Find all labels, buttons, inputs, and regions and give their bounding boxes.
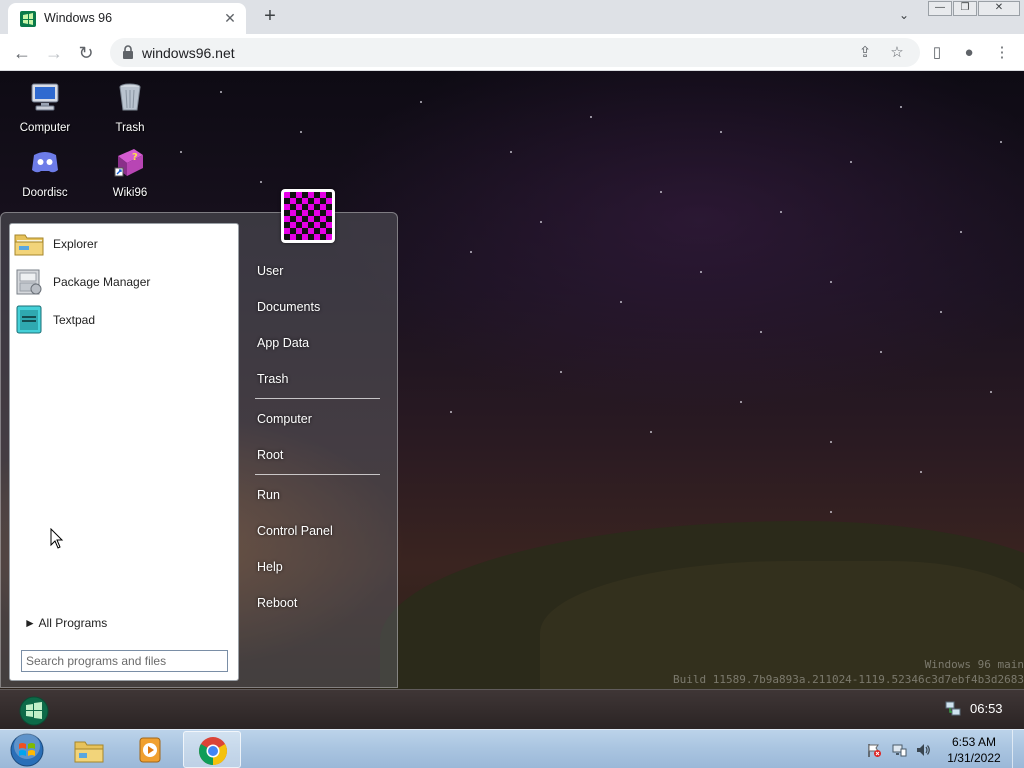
forward-button[interactable]: → xyxy=(40,39,68,67)
mouse-cursor-icon xyxy=(50,528,64,549)
program-label: Explorer xyxy=(53,237,98,251)
desktop-icon-computer[interactable]: Computer xyxy=(5,81,85,141)
host-taskbar: 6:53 AM 1/31/2022 xyxy=(0,729,1024,768)
media-player-icon xyxy=(139,737,161,763)
place-control-panel[interactable]: Control Panel xyxy=(257,524,333,538)
win96-start-button[interactable] xyxy=(16,695,52,727)
start-menu: Explorer Package Manager Textpad ► All P… xyxy=(0,189,398,688)
tab-title: Windows 96 xyxy=(44,11,113,25)
build-info-line1: Windows 96 main xyxy=(924,658,1024,671)
textpad-icon xyxy=(16,305,42,334)
network-icon[interactable] xyxy=(891,742,907,758)
program-item-explorer[interactable]: Explorer xyxy=(14,227,236,261)
folder-icon xyxy=(14,234,44,256)
desktop-icon-wiki96[interactable]: ? Wiki96 xyxy=(90,146,170,206)
lock-icon[interactable] xyxy=(122,45,134,59)
window-minimize-button[interactable]: — xyxy=(928,1,952,16)
chrome-icon xyxy=(199,737,227,765)
desktop-icon-trash[interactable]: Trash xyxy=(90,81,170,141)
browser-tab-windows96[interactable]: Windows 96 ✕ xyxy=(8,3,246,34)
tab-close-icon[interactable]: ✕ xyxy=(220,8,240,28)
address-bar[interactable]: windows96.net ⇪ ☆ xyxy=(110,38,920,67)
trash-icon xyxy=(119,83,141,111)
profile-avatar-icon[interactable]: ● xyxy=(959,43,979,63)
tab-search-icon[interactable]: ⌄ xyxy=(894,8,914,26)
place-trash[interactable]: Trash xyxy=(257,372,289,386)
taskbar-file-explorer[interactable] xyxy=(60,731,118,768)
place-computer[interactable]: Computer xyxy=(257,412,312,426)
file-explorer-icon xyxy=(74,741,104,763)
place-help[interactable]: Help xyxy=(257,560,283,574)
place-root[interactable]: Root xyxy=(257,448,283,462)
address-url[interactable]: windows96.net xyxy=(142,45,235,61)
back-button[interactable]: ← xyxy=(8,39,36,67)
side-panel-icon[interactable]: ▯ xyxy=(927,43,947,63)
computer-icon xyxy=(31,83,59,111)
program-label: Textpad xyxy=(53,313,96,327)
program-item-package-manager[interactable]: Package Manager xyxy=(14,265,236,299)
windows96-favicon xyxy=(20,11,36,27)
bookmark-star-icon[interactable]: ☆ xyxy=(888,44,906,62)
desktop-icon-label: Trash xyxy=(115,122,145,134)
show-desktop-button[interactable] xyxy=(1012,730,1024,768)
user-avatar[interactable] xyxy=(281,189,335,243)
desktop-icon-label: Wiki96 xyxy=(112,187,148,199)
svg-text:?: ? xyxy=(132,152,138,163)
start-menu-programs-pane: Explorer Package Manager Textpad ► All P… xyxy=(9,223,239,681)
desktop-icon-doordisc[interactable]: Doordisc xyxy=(5,146,85,206)
all-programs-link[interactable]: ► All Programs xyxy=(24,616,107,630)
browser-toolbar: ← → ↻ windows96.net ⇪ ☆ ▯ ● ⋮ xyxy=(0,34,1024,71)
win96-taskbar: 06:53 xyxy=(0,689,1024,729)
browser-menu-icon[interactable]: ⋮ xyxy=(992,43,1012,63)
system-clock-date[interactable]: 1/31/2022 xyxy=(944,751,1004,765)
taskbar-chrome[interactable] xyxy=(183,731,241,768)
doordisc-icon xyxy=(32,152,58,173)
place-run[interactable]: Run xyxy=(257,488,280,502)
package-manager-icon xyxy=(16,269,42,295)
win96-desktop[interactable]: Computer Trash Doordisc ? Wiki96 Windows… xyxy=(0,71,1024,689)
start-search-input[interactable] xyxy=(21,650,228,672)
place-documents[interactable]: Documents xyxy=(257,300,320,314)
wiki96-icon: ? xyxy=(114,149,143,177)
action-center-flag-icon[interactable] xyxy=(866,742,882,758)
program-item-textpad[interactable]: Textpad xyxy=(14,303,236,337)
program-label: Package Manager xyxy=(53,275,151,289)
desktop-icon-label: Doordisc xyxy=(22,187,68,199)
volume-icon[interactable] xyxy=(915,742,931,758)
place-reboot[interactable]: Reboot xyxy=(257,596,297,610)
place-app-data[interactable]: App Data xyxy=(257,336,309,350)
system-clock-time[interactable]: 6:53 AM xyxy=(944,735,1004,749)
network-tray-icon[interactable] xyxy=(944,700,962,718)
window-close-button[interactable]: ✕ xyxy=(978,1,1020,16)
windows-start-orb-icon[interactable] xyxy=(8,732,46,768)
new-tab-button[interactable]: + xyxy=(258,5,282,29)
browser-tab-strip: Windows 96 ✕ + ⌄ — ❐ ✕ xyxy=(0,0,1024,34)
window-restore-button[interactable]: ❐ xyxy=(953,1,977,16)
reload-button[interactable]: ↻ xyxy=(72,39,100,67)
places-separator xyxy=(255,398,380,399)
place-user[interactable]: User xyxy=(257,264,283,278)
desktop-icon-label: Computer xyxy=(19,122,71,134)
win96-clock[interactable]: 06:53 xyxy=(970,701,1003,716)
build-info-line2: Build 11589.7b9a893a.211024-1119.52346c3… xyxy=(673,673,1024,686)
taskbar-media-player[interactable] xyxy=(121,731,179,768)
share-icon[interactable]: ⇪ xyxy=(856,44,874,62)
places-separator xyxy=(255,474,380,475)
